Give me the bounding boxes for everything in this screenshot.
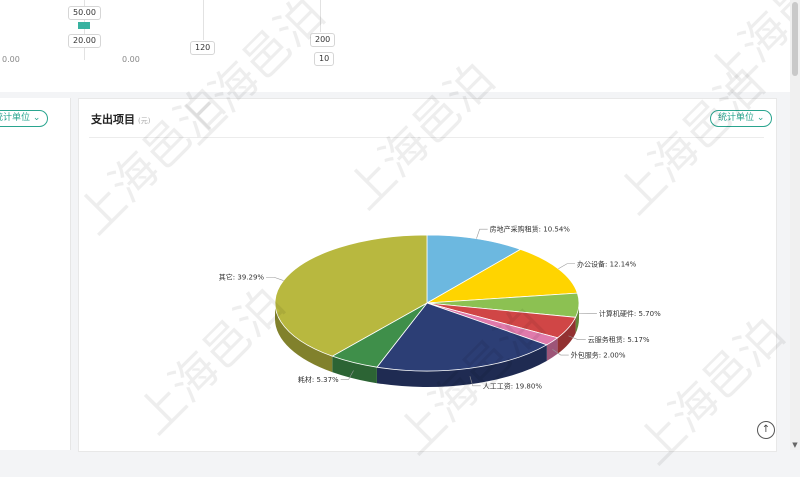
- pie-slice-label: 办公设备: 12.14%: [577, 259, 637, 268]
- scroll-thumb[interactable]: [792, 2, 798, 76]
- pie-slice-label: 云服务租赁: 5.17%: [588, 335, 650, 344]
- pie-label-leader: [266, 277, 283, 280]
- expense-pie-chart: 房地产采购租赁: 10.54% 办公设备: 12.14% 计算机硬件: 5.70% 云…: [0, 0, 790, 450]
- back-to-top-button[interactable]: ↑: [757, 421, 775, 439]
- scroll-down-arrow-icon[interactable]: ▼: [790, 440, 800, 450]
- pie-slice-label: 人工工资: 19.80%: [483, 381, 543, 390]
- pie-label-leader: [476, 229, 487, 238]
- pie-label-leader: [558, 264, 575, 269]
- pie-slice-label: 外包服务: 2.00%: [571, 351, 626, 360]
- arrow-up-icon: ↑: [762, 424, 770, 435]
- pie-slice-label: 耗材: 5.37%: [298, 375, 339, 384]
- pie-slice-label: 其它: 39.29%: [219, 273, 265, 282]
- pie-tops: [275, 235, 579, 371]
- pie-slice-label: 房地产采购租赁: 10.54%: [490, 225, 571, 234]
- pie-slice-label: 计算机硬件: 5.70%: [599, 309, 661, 318]
- page-scrollbar[interactable]: ▼: [790, 0, 800, 450]
